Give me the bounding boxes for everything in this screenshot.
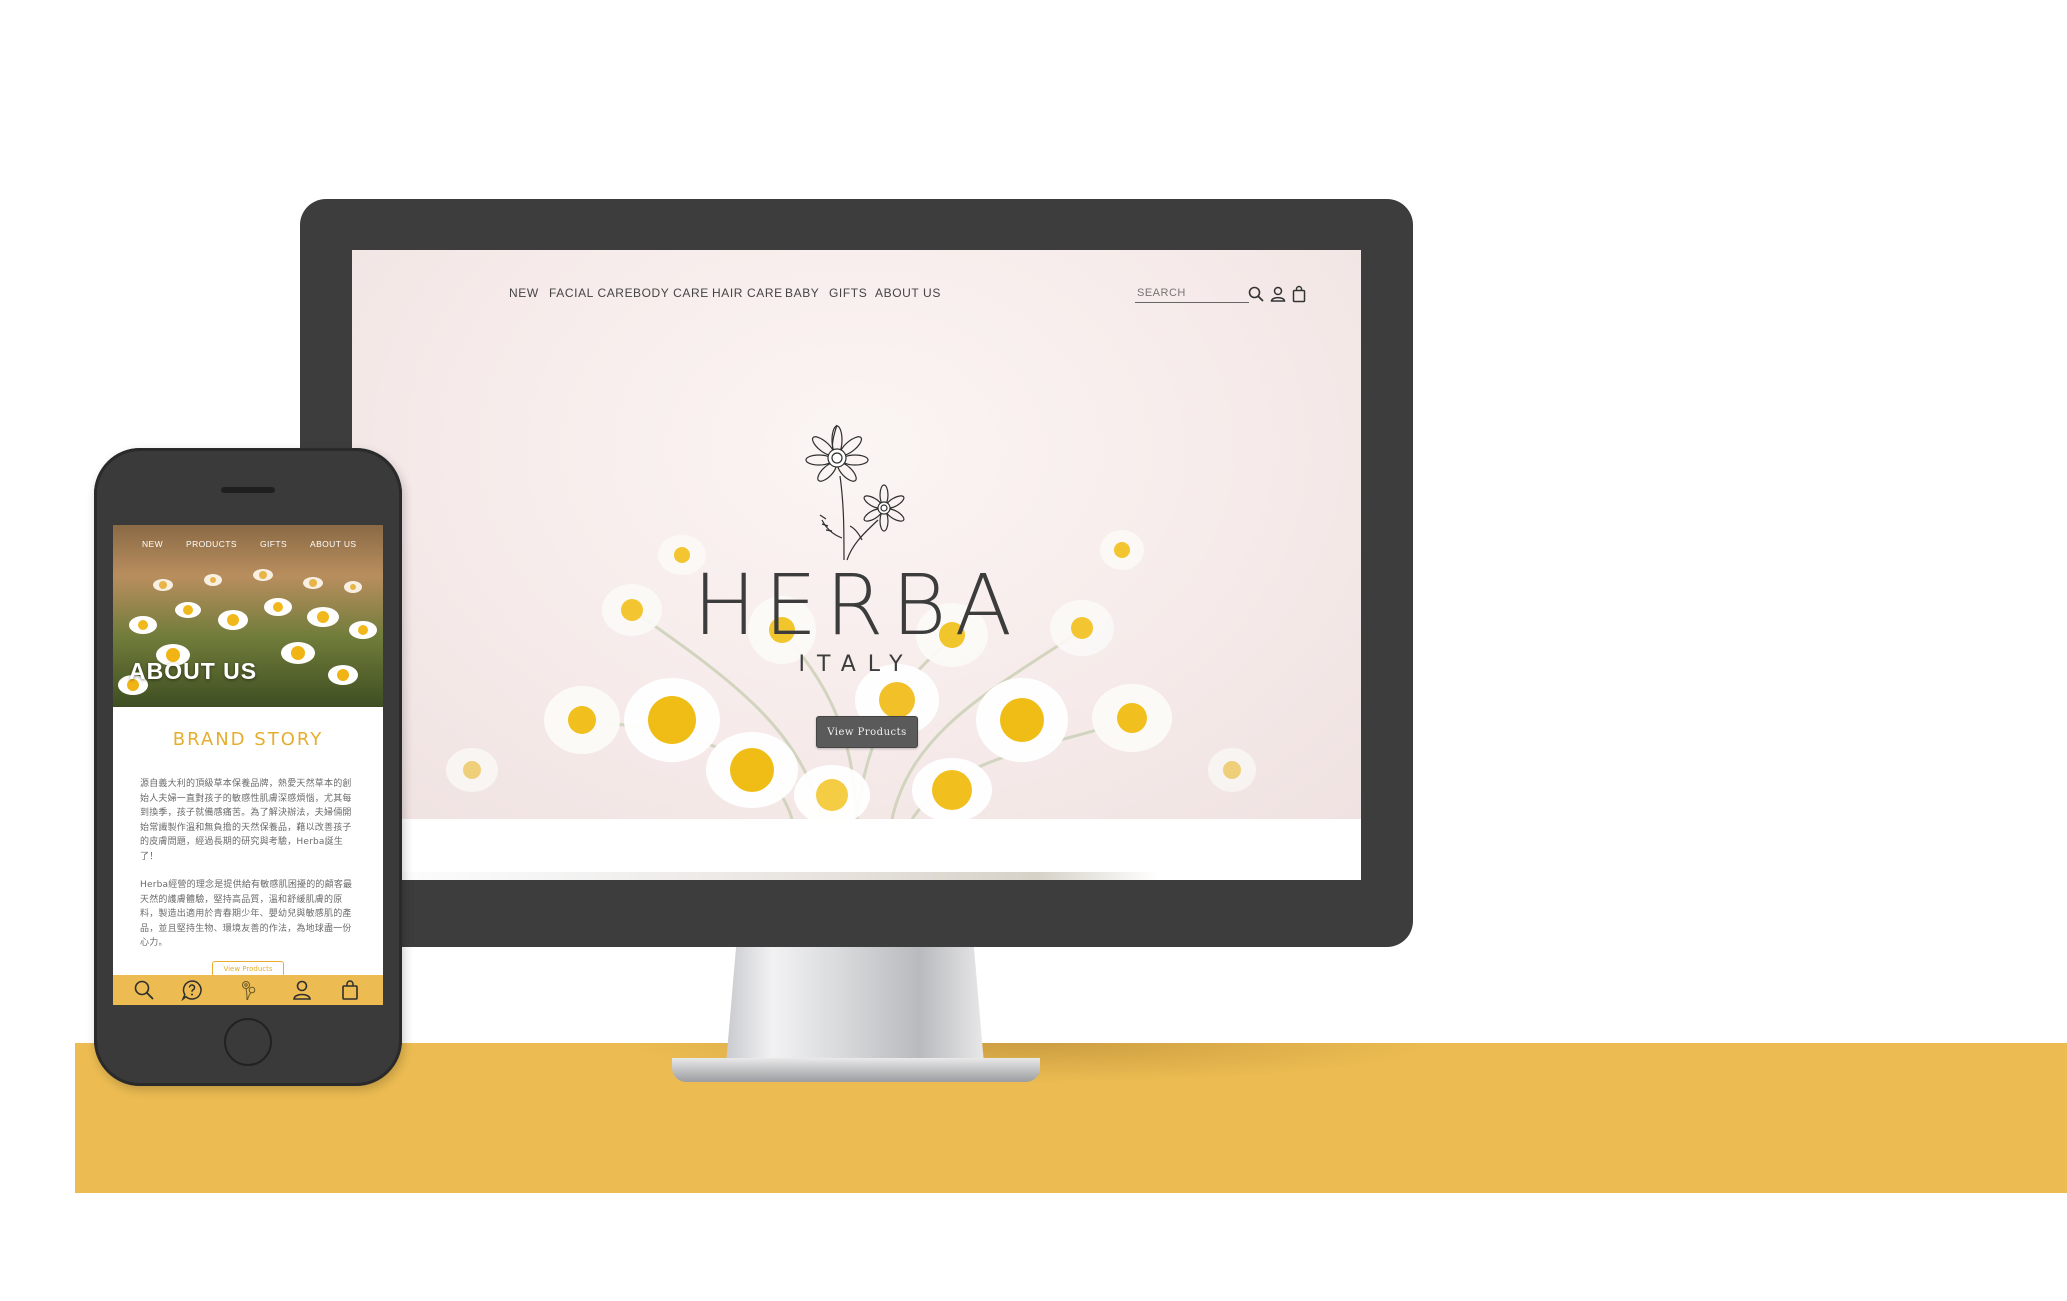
- user-icon[interactable]: [1269, 285, 1287, 303]
- nav-gifts[interactable]: GIFTS: [829, 286, 867, 300]
- search-icon[interactable]: [133, 979, 155, 1001]
- mobile-nav-products[interactable]: PRODUCTS: [186, 539, 237, 549]
- nav-about-us[interactable]: ABOUT US: [875, 286, 941, 300]
- bag-icon[interactable]: [1290, 285, 1308, 303]
- brand-story-paragraph-1: 源自義大利的頂級草本保養品牌，熱愛天然草本的創始人夫婦一直對孩子的敏感性肌膚深感…: [140, 779, 352, 862]
- brand-subtitle-italy: ITALY: [798, 652, 915, 677]
- mobile-nav-about-us[interactable]: ABOUT US: [310, 539, 357, 549]
- search-input[interactable]: [1135, 284, 1249, 303]
- monitor-stand-base: [672, 1058, 1040, 1082]
- mobile-nav-gifts[interactable]: GIFTS: [260, 539, 287, 549]
- help-icon[interactable]: [181, 979, 203, 1001]
- next-section-preview: [352, 872, 1361, 880]
- brand-logo-herba: HERBA: [692, 556, 1021, 654]
- nav-new[interactable]: NEW: [509, 286, 539, 300]
- phone-speaker: [221, 487, 275, 493]
- brand-story-heading: BRAND STORY: [172, 729, 324, 750]
- mobile-screen: NEW PRODUCTS GIFTS ABOUT US ABOUT US BRA…: [113, 525, 383, 1005]
- bag-icon[interactable]: [339, 979, 361, 1001]
- mobile-hero-image: NEW PRODUCTS GIFTS ABOUT US ABOUT US: [113, 525, 383, 707]
- nav-baby[interactable]: BABY: [785, 286, 819, 300]
- brand-story-paragraph-2: Herba經營的理念是提供給有敏感肌困擾的的顧客最天然的護膚體驗，堅持高品質，溫…: [140, 880, 353, 948]
- search-icon[interactable]: [1247, 285, 1265, 303]
- nav-hair-care[interactable]: HAIR CARE: [712, 286, 783, 300]
- phone-home-button[interactable]: [224, 1018, 272, 1066]
- view-products-button[interactable]: View Products: [816, 716, 918, 748]
- daisy-illustration-icon: [805, 424, 905, 561]
- monitor-stand-neck: [726, 944, 984, 1064]
- user-icon[interactable]: [291, 979, 313, 1001]
- nav-facial-care[interactable]: FACIAL CARE: [549, 286, 633, 300]
- hero-section: NEW FACIAL CARE BODY CARE HAIR CARE BABY…: [352, 250, 1361, 819]
- desktop-screen: NEW FACIAL CARE BODY CARE HAIR CARE BABY…: [352, 250, 1361, 880]
- content-area-below-hero: [352, 819, 1361, 880]
- mobile-tab-bar: [113, 975, 383, 1005]
- mobile-hero-title: ABOUT US: [129, 658, 258, 684]
- nav-body-care[interactable]: BODY CARE: [633, 286, 709, 300]
- mobile-nav-new[interactable]: NEW: [142, 539, 163, 549]
- flower-icon[interactable]: [237, 979, 259, 1001]
